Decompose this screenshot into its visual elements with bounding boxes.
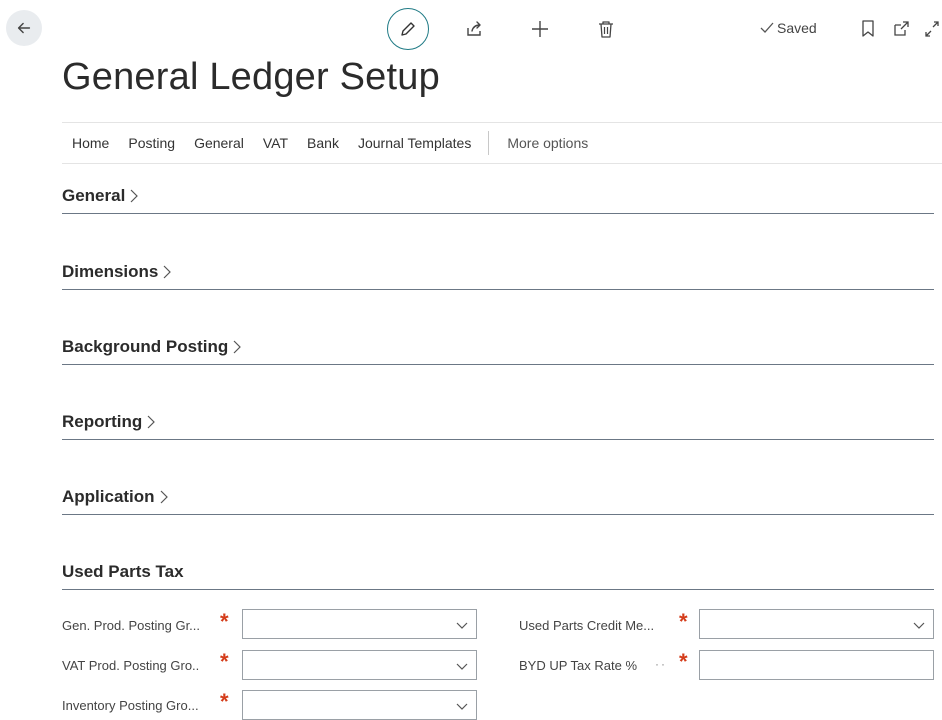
field-byd-up-tax-rate: BYD UP Tax Rate % ·· * xyxy=(519,650,688,680)
required-indicator: * xyxy=(220,609,229,634)
chevron-right-icon xyxy=(233,340,242,354)
action-bank[interactable]: Bank xyxy=(307,135,339,151)
saved-status-label: Saved xyxy=(777,20,817,36)
fasttab-general-title: General xyxy=(62,186,126,205)
fasttab-general[interactable]: General xyxy=(62,186,934,214)
vat-prod-posting-group-select[interactable] xyxy=(242,650,477,680)
field-label: Gen. Prod. Posting Gr... xyxy=(62,617,201,633)
fasttab-used-parts-tax[interactable]: Used Parts Tax xyxy=(62,562,934,590)
required-indicator: * xyxy=(220,649,229,674)
checkmark-icon xyxy=(760,22,774,33)
pencil-icon xyxy=(401,22,415,36)
chevron-right-icon xyxy=(163,265,172,279)
action-home[interactable]: Home xyxy=(72,135,109,151)
field-label: VAT Prod. Posting Gro.. xyxy=(62,657,200,673)
delete-button[interactable] xyxy=(594,17,618,41)
required-indicator: * xyxy=(679,649,688,674)
fasttab-used-parts-tax-title: Used Parts Tax xyxy=(62,562,184,581)
chevron-right-icon xyxy=(130,189,139,203)
action-bar: Home Posting General VAT Bank Journal Te… xyxy=(62,122,942,164)
bookmark-icon xyxy=(862,20,874,37)
fasttab-application-title: Application xyxy=(62,487,155,506)
action-bar-divider xyxy=(488,131,490,155)
chevron-right-icon xyxy=(160,490,168,504)
chevron-down-icon xyxy=(456,703,468,710)
more-options-button[interactable]: More options xyxy=(507,135,588,151)
action-posting[interactable]: Posting xyxy=(128,135,175,151)
action-general[interactable]: General xyxy=(194,135,244,151)
chevron-right-icon xyxy=(147,415,156,429)
action-journal-templates[interactable]: Journal Templates xyxy=(358,135,471,151)
fasttab-reporting[interactable]: Reporting xyxy=(62,412,934,440)
page-title: General Ledger Setup xyxy=(62,56,440,98)
used-parts-credit-memo-select[interactable] xyxy=(699,609,934,639)
chevron-down-icon xyxy=(456,622,468,629)
open-new-window-icon xyxy=(894,21,909,36)
fasttab-application[interactable]: Application xyxy=(62,487,934,515)
open-new-window-button[interactable] xyxy=(890,18,912,40)
field-label: BYD UP Tax Rate % xyxy=(519,657,638,673)
action-vat[interactable]: VAT xyxy=(263,135,288,151)
field-label: Inventory Posting Gro... xyxy=(62,697,199,713)
fasttab-background-posting-title: Background Posting xyxy=(62,337,229,356)
field-vat-prod-posting-group: VAT Prod. Posting Gro.. * xyxy=(62,650,229,680)
label-leader-dots: ·· xyxy=(655,657,667,671)
saved-status: Saved xyxy=(760,20,817,36)
fasttab-background-posting[interactable]: Background Posting xyxy=(62,337,934,365)
expand-icon xyxy=(925,21,939,37)
back-button[interactable] xyxy=(6,10,42,46)
field-used-parts-credit-memo: Used Parts Credit Me... * xyxy=(519,610,688,640)
new-button[interactable] xyxy=(528,17,552,41)
back-arrow-icon xyxy=(17,22,31,34)
trash-icon xyxy=(599,21,613,38)
plus-icon xyxy=(532,21,548,37)
edit-button[interactable] xyxy=(387,8,429,50)
field-label: Used Parts Credit Me... xyxy=(519,617,655,633)
field-gen-prod-posting-group: Gen. Prod. Posting Gr... * xyxy=(62,610,229,640)
share-button[interactable] xyxy=(462,17,486,41)
chevron-down-icon xyxy=(456,663,468,670)
required-indicator: * xyxy=(679,609,688,634)
bookmark-button[interactable] xyxy=(858,18,878,40)
chevron-down-icon xyxy=(913,622,925,629)
fasttab-dimensions[interactable]: Dimensions xyxy=(62,262,934,290)
share-icon xyxy=(467,21,481,36)
byd-up-tax-rate-input[interactable] xyxy=(699,650,934,680)
fasttab-reporting-title: Reporting xyxy=(62,412,143,431)
required-indicator: * xyxy=(220,689,229,714)
gen-prod-posting-group-select[interactable] xyxy=(242,609,477,639)
expand-button[interactable] xyxy=(922,18,942,40)
fasttab-dimensions-title: Dimensions xyxy=(62,262,159,281)
